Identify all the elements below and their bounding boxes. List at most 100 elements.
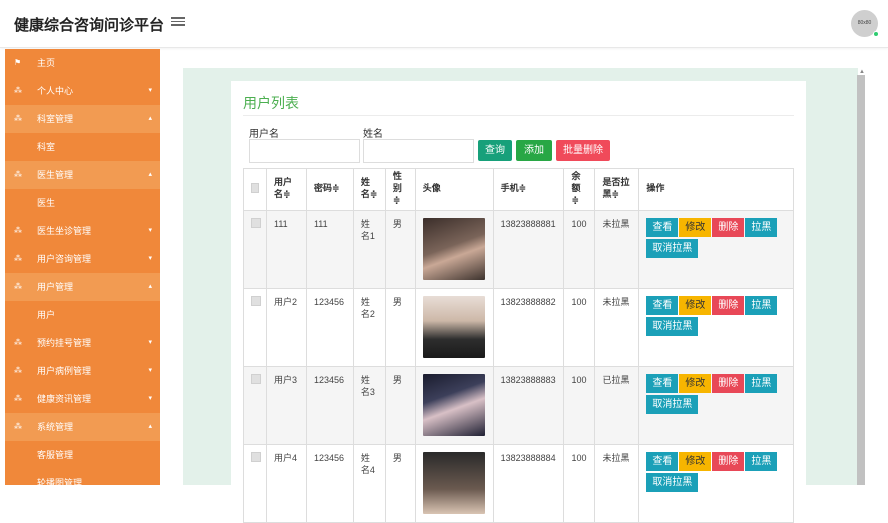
edit-button[interactable]: 修改 (679, 374, 712, 393)
chevron-down-icon: ▾ (148, 87, 152, 94)
blacklist-button[interactable]: 拉黑 (745, 218, 778, 237)
sidebar-item[interactable]: ⁂ 医生坐诊管理 ▾ (5, 217, 160, 245)
cell-password: 123456 (306, 445, 354, 523)
user-photo (422, 218, 485, 280)
sidebar-item[interactable]: 科室 (5, 133, 160, 161)
name-label: 姓名 (363, 129, 383, 140)
add-button[interactable]: 添加 (516, 140, 552, 161)
header-phone[interactable]: 手机≑ (493, 169, 565, 211)
cell-blacklisted: 未拉黑 (595, 445, 640, 523)
delete-button[interactable]: 删除 (712, 218, 745, 237)
cell-balance: 100 (564, 211, 596, 289)
header-photo: 头像 (415, 169, 494, 211)
scrollbar[interactable] (857, 75, 865, 485)
blacklist-button[interactable]: 拉黑 (745, 452, 778, 471)
cell-photo (415, 445, 494, 523)
cell-name: 姓名1 (353, 211, 386, 289)
select-all-checkbox[interactable] (251, 183, 259, 193)
cell-blacklisted: 未拉黑 (595, 211, 640, 289)
header-blacklisted[interactable]: 是否拉黑≑ (595, 169, 640, 211)
row-checkbox-cell[interactable] (244, 367, 267, 445)
grid-icon: ⁂ (14, 366, 22, 375)
row-checkbox[interactable] (251, 374, 261, 384)
batch-delete-button[interactable]: 批量删除 (556, 140, 610, 161)
view-button[interactable]: 查看 (646, 374, 679, 393)
sidebar-item[interactable]: 医生 (5, 189, 160, 217)
view-button[interactable]: 查看 (646, 452, 679, 471)
cell-gender: 男 (385, 289, 416, 367)
sidebar-item-label: 医生管理 (37, 170, 74, 180)
sidebar-item[interactable]: 轮播图管理 (5, 469, 160, 485)
row-checkbox[interactable] (251, 296, 261, 306)
sidebar-item-label: 个人中心 (37, 86, 74, 96)
sidebar-item-label: 科室 (37, 142, 56, 152)
sidebar-item[interactable]: ⚑ 主页 (5, 49, 160, 77)
name-input[interactable] (363, 139, 474, 163)
online-status-dot (873, 31, 879, 37)
cell-actions: 查看 修改 删除 拉黑取消拉黑 (639, 367, 794, 445)
sidebar-item[interactable]: ⁂ 健康资讯管理 ▾ (5, 385, 160, 413)
page-title: 用户列表 (243, 95, 299, 111)
cell-phone: 13823888883 (493, 367, 565, 445)
cell-actions: 查看 修改 删除 拉黑取消拉黑 (639, 211, 794, 289)
cell-password: 123456 (306, 289, 354, 367)
row-checkbox[interactable] (251, 218, 261, 228)
username-input[interactable] (249, 139, 360, 163)
row-checkbox-cell[interactable] (244, 289, 267, 367)
cell-username: 用户2 (267, 289, 307, 367)
delete-button[interactable]: 删除 (712, 374, 745, 393)
grid-icon: ⁂ (14, 338, 22, 347)
sidebar-item[interactable]: ⁂ 个人中心 ▾ (5, 77, 160, 105)
sidebar-item[interactable]: ⁂ 预约挂号管理 ▾ (5, 329, 160, 357)
edit-button[interactable]: 修改 (679, 452, 712, 471)
cell-gender: 男 (385, 367, 416, 445)
edit-button[interactable]: 修改 (679, 218, 712, 237)
cell-actions: 查看 修改 删除 拉黑取消拉黑 (639, 445, 794, 523)
user-photo (422, 374, 485, 436)
query-button[interactable]: 查询 (478, 140, 512, 161)
sidebar-item-label: 医生 (37, 198, 56, 208)
table-header-row: 用户名≑ 密码≑ 姓名≑ 性别≑ 头像 手机≑ 余额≑ 是否拉黑≑ 操作 (244, 169, 794, 211)
cell-phone: 13823888881 (493, 211, 565, 289)
delete-button[interactable]: 删除 (712, 296, 745, 315)
header-password[interactable]: 密码≑ (306, 169, 354, 211)
unblacklist-button[interactable]: 取消拉黑 (646, 473, 699, 492)
cell-name: 姓名3 (353, 367, 386, 445)
sidebar-item[interactable]: ⁂ 科室管理 ▴ (5, 105, 160, 133)
unblacklist-button[interactable]: 取消拉黑 (646, 395, 699, 414)
blacklist-button[interactable]: 拉黑 (745, 296, 778, 315)
header-balance[interactable]: 余额≑ (564, 169, 596, 211)
sidebar-item-label: 健康资讯管理 (37, 394, 92, 404)
user-list-card: 用户列表 用户名 姓名 查询 添加 批量删除 用户名≑ 密码≑ 姓名≑ 性别≑ … (231, 81, 806, 523)
table-row: 用户2 123456 姓名2 男 13823888882 100 未拉黑 查看 修改 删除 拉黑 取消… (244, 289, 794, 367)
edit-button[interactable]: 修改 (679, 296, 712, 315)
header-gender[interactable]: 性别≑ (385, 169, 416, 211)
title-divider (243, 115, 794, 116)
unblacklist-button[interactable]: 取消拉黑 (646, 317, 699, 336)
header-name[interactable]: 姓名≑ (353, 169, 386, 211)
cell-name: 姓名2 (353, 289, 386, 367)
sidebar-item[interactable]: ⁂ 系统管理 ▴ (5, 413, 160, 441)
menu-toggle-icon[interactable] (171, 15, 185, 29)
view-button[interactable]: 查看 (646, 218, 679, 237)
sidebar-item[interactable]: ⁂ 医生管理 ▴ (5, 161, 160, 189)
sidebar-item[interactable]: 用户 (5, 301, 160, 329)
sidebar-item[interactable]: ⁂ 用户管理 ▴ (5, 273, 160, 301)
delete-button[interactable]: 删除 (712, 452, 745, 471)
grid-icon: ⁂ (14, 282, 22, 291)
header-username[interactable]: 用户名≑ (267, 169, 307, 211)
row-checkbox-cell[interactable] (244, 445, 267, 523)
cell-password: 123456 (306, 367, 354, 445)
select-all-checkbox-cell[interactable] (244, 169, 267, 211)
row-checkbox[interactable] (251, 452, 261, 462)
row-checkbox-cell[interactable] (244, 211, 267, 289)
chevron-down-icon: ▾ (148, 339, 152, 346)
app-title: 健康综合咨询问诊平台 (14, 17, 165, 34)
unblacklist-button[interactable]: 取消拉黑 (646, 239, 699, 258)
sidebar-item[interactable]: 客服管理 (5, 441, 160, 469)
view-button[interactable]: 查看 (646, 296, 679, 315)
sidebar-item[interactable]: ⁂ 用户病例管理 ▾ (5, 357, 160, 385)
sidebar-item[interactable]: ⁂ 用户咨询管理 ▾ (5, 245, 160, 273)
chevron-up-icon: ▴ (148, 115, 152, 122)
blacklist-button[interactable]: 拉黑 (745, 374, 778, 393)
